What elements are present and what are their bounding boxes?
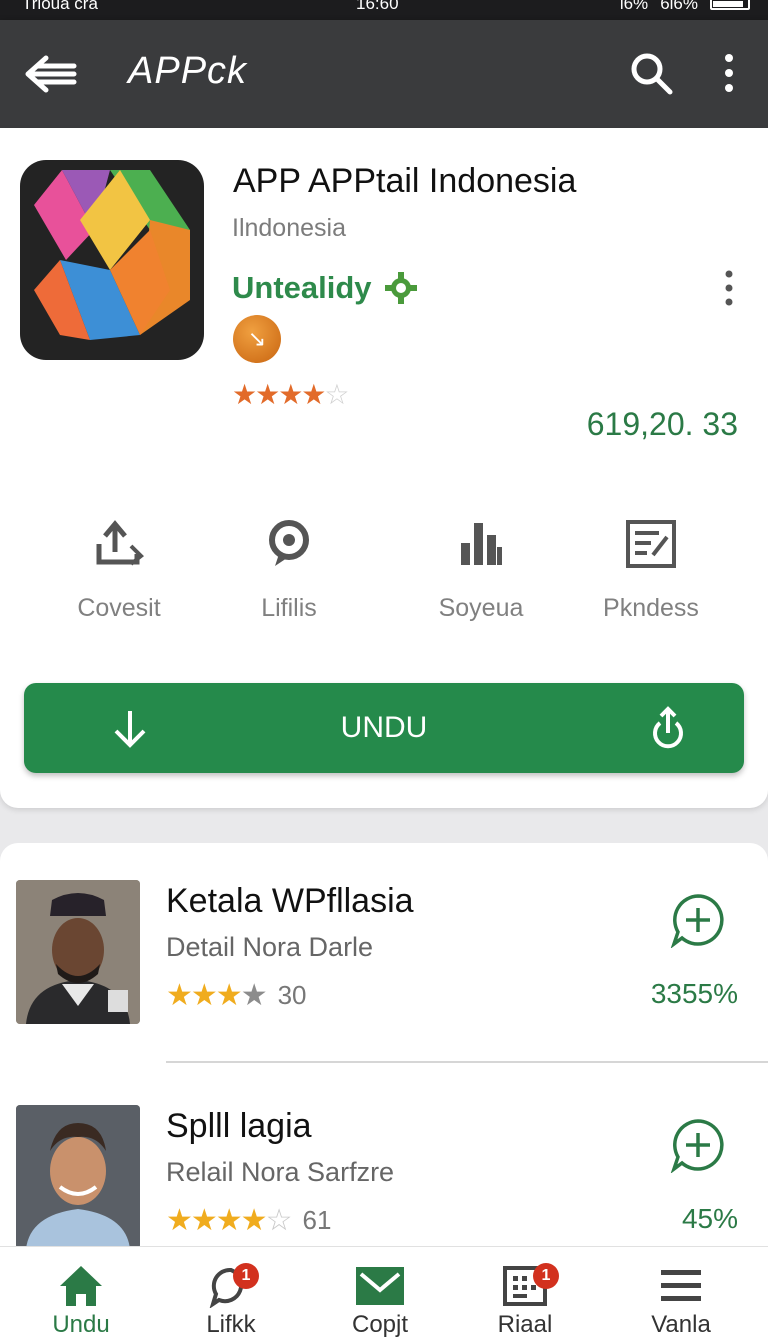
edit-note-icon (626, 520, 676, 568)
item-percent: 45% (681, 1203, 738, 1234)
menu-icon (661, 1270, 701, 1301)
download-label: UNDU (340, 711, 428, 744)
nav-label: Vanla (651, 1311, 711, 1338)
add-chat-icon[interactable] (670, 892, 726, 948)
item-name[interactable]: Ketala WPfllasia (166, 882, 414, 921)
bar-chart-icon (461, 523, 502, 565)
list-item[interactable]: Splll lagia Relail Nora Sarfzre ★★★★ ☆ 61… (0, 1105, 768, 1265)
bottom-nav: Undu 1 Lifkk Copjt 1 Riaal Vanla (0, 1246, 768, 1344)
action-row: Covesit Lifilis Soyeua Pkndess (0, 516, 768, 626)
app-bar-title: APPck (128, 50, 248, 92)
carrier-label: Trioua cra (22, 0, 98, 13)
app-price: 619,20. 33 (586, 406, 738, 442)
download-button[interactable]: UNDU (24, 683, 744, 773)
avatar (16, 1105, 140, 1249)
add-chat-icon[interactable] (670, 1117, 726, 1173)
related-list: Ketala WPfllasia Detail Nora Darle ★★★ ★ … (0, 843, 768, 1263)
battery-icon (710, 0, 750, 10)
avatar (16, 880, 140, 1024)
list-item[interactable]: Ketala WPfllasia Detail Nora Darle ★★★ ★ … (0, 880, 768, 1040)
more-vert-icon[interactable] (716, 50, 742, 96)
action-edit[interactable]: Pkndess (566, 516, 736, 623)
nav-label: Lifkk (206, 1311, 256, 1338)
nav-item-vanla[interactable]: Vanla (621, 1261, 741, 1339)
developer-name[interactable]: Untealidy (232, 270, 372, 306)
status-bar: Trioua cra 16:60 l6% 6l6% (0, 0, 768, 20)
app-name: APP APPtail Indonesia (233, 162, 577, 200)
item-detail: Detail Nora Darle (166, 932, 374, 962)
rating-count: 30 (277, 980, 307, 1010)
app-bar: APPck (0, 20, 768, 128)
action-label: Covesit (77, 594, 161, 622)
signal-text: l6% (619, 0, 649, 13)
notification-badge: 1 (233, 1263, 259, 1289)
app-region: Ilndonesia (232, 214, 346, 242)
item-rating: ★★★★ ☆ 61 (166, 1204, 332, 1237)
developer[interactable]: Untealidy (232, 270, 418, 306)
action-label: Soyeua (438, 594, 524, 622)
nav-label: Undu (52, 1311, 110, 1338)
list-divider (166, 1061, 768, 1063)
rating-count: 61 (302, 1205, 332, 1235)
home-icon (60, 1266, 102, 1306)
nav-item-undu[interactable]: Undu (21, 1261, 141, 1339)
item-detail: Relail Nora Sarfzre (166, 1157, 395, 1187)
action-label: Pkndess (603, 594, 699, 622)
nav-label: Riaal (497, 1311, 553, 1338)
share-upload-icon (96, 520, 144, 566)
search-icon[interactable] (628, 50, 674, 96)
item-name[interactable]: Splll lagia (166, 1107, 312, 1146)
action-label: Lifilis (261, 594, 317, 622)
nav-item-lifkk[interactable]: 1 Lifkk (171, 1261, 291, 1339)
mail-icon (356, 1267, 404, 1305)
nav-item-copjt[interactable]: Copjt (320, 1261, 440, 1339)
more-vert-icon[interactable] (716, 268, 742, 308)
battery-text: 6l6% (660, 0, 698, 13)
item-rating: ★★★ ★ 30 (166, 979, 307, 1012)
action-share[interactable]: Covesit (34, 516, 204, 623)
action-stats[interactable]: Soyeua (396, 516, 566, 623)
verified-gear-icon (384, 272, 417, 304)
award-badge-icon: ↘ (233, 315, 281, 363)
status-icons: l6% 6l6% (619, 0, 750, 13)
clock: 16:60 (356, 0, 399, 13)
app-logo-icon (20, 160, 204, 360)
app-rating-stars: ★★★★☆ (232, 379, 350, 410)
nav-item-riaal[interactable]: 1 Riaal (465, 1261, 585, 1339)
share-icon (653, 706, 683, 749)
back-arrow-icon[interactable] (24, 52, 80, 96)
action-location[interactable]: Lifilis (204, 516, 374, 623)
location-pin-icon (269, 520, 309, 566)
app-detail-card: APP APPtail Indonesia Ilndonesia Unteali… (0, 128, 768, 808)
nav-label: Copjt (351, 1311, 409, 1338)
item-percent: 3355% (650, 978, 738, 1009)
notification-badge: 1 (533, 1263, 559, 1289)
